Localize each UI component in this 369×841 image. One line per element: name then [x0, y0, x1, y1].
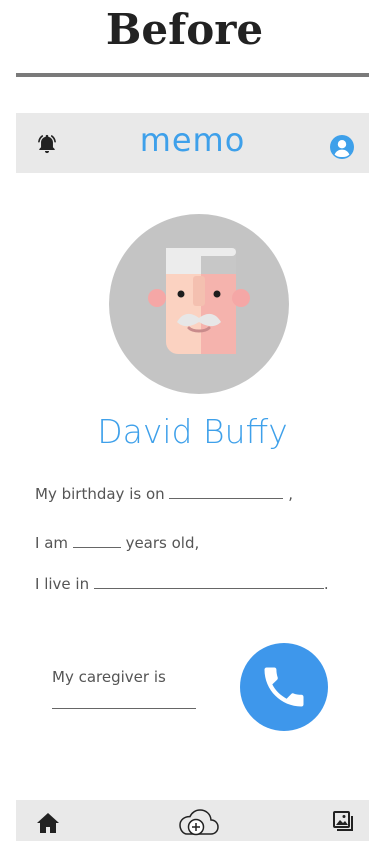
- user-icon[interactable]: [330, 135, 354, 159]
- page-heading: Before: [105, 5, 264, 54]
- live-prefix: I live in: [35, 575, 90, 593]
- home-icon[interactable]: [36, 812, 60, 834]
- age-suffix: years old,: [125, 534, 200, 552]
- live-suffix: .: [323, 575, 329, 593]
- age-line: I am years old,: [35, 534, 199, 552]
- phone-icon: [264, 667, 304, 707]
- birthday-prefix: My birthday is on: [35, 485, 165, 503]
- divider: [16, 73, 369, 77]
- profile-name: David Buffy: [97, 412, 288, 451]
- top-bar: memo: [16, 113, 369, 173]
- caregiver-label: My caregiver is: [52, 668, 166, 686]
- birthday-line: My birthday is on ,: [35, 485, 293, 503]
- live-line: I live in .: [35, 575, 329, 593]
- caregiver-blank[interactable]: [52, 708, 196, 709]
- age-prefix: I am: [35, 534, 68, 552]
- birthday-suffix: ,: [288, 485, 293, 503]
- call-button[interactable]: [240, 643, 328, 731]
- app-title: memo: [139, 121, 246, 159]
- cloud-upload-icon[interactable]: [176, 804, 220, 838]
- age-blank[interactable]: [72, 547, 121, 548]
- bottom-nav: [16, 800, 369, 841]
- avatar: [109, 214, 289, 394]
- live-blank[interactable]: [93, 588, 324, 589]
- birthday-blank[interactable]: [169, 498, 284, 499]
- gallery-icon[interactable]: [331, 810, 355, 834]
